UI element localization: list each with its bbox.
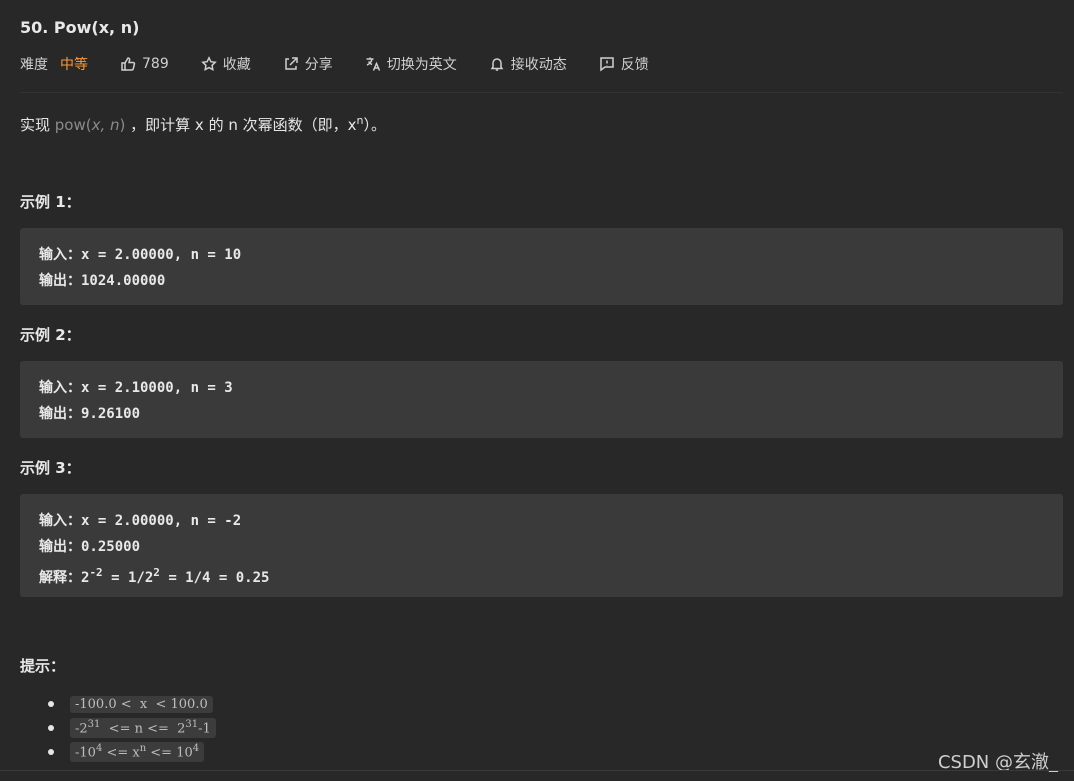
hints-title: 提示： xyxy=(20,657,66,675)
input-label: 输入： xyxy=(39,513,81,529)
hint-n-range: -231 <= n <= 231-1 xyxy=(70,718,216,738)
feedback-button[interactable]: 反馈 xyxy=(599,54,649,74)
explain-fraction-exponent: 2 xyxy=(153,566,160,579)
hint-item: -104 <= xn <= 104 xyxy=(48,740,216,764)
input-label: 输入： xyxy=(39,247,81,263)
subscribe-button[interactable]: 接收动态 xyxy=(489,54,567,74)
description-middle: ，即计算 x 的 n 次幂函数（即，x xyxy=(125,116,357,134)
example-3-input: 输入：x = 2.00000, n = -2 xyxy=(39,508,1044,534)
hint-item: -231 <= n <= 231-1 xyxy=(48,716,216,740)
explain-result: = 1/4 = 0.25 xyxy=(159,570,270,586)
inline-code-pow: pow(x, n) xyxy=(55,116,126,134)
thumbs-up-icon xyxy=(121,57,136,71)
example-2-box: 输入：x = 2.10000, n = 3 输出：9.26100 xyxy=(20,361,1063,438)
output-label: 输出： xyxy=(39,273,81,289)
hint-part: -10 xyxy=(75,745,96,761)
problem-page: 50. Pow(x, n) 难度 中等 789 收藏 分享 切换为英文 接收动态… xyxy=(0,0,1074,781)
example-1-output: 输出：1024.00000 xyxy=(39,268,1044,294)
favorite-button[interactable]: 收藏 xyxy=(200,54,251,74)
share-icon xyxy=(284,57,298,70)
code-func: pow( xyxy=(54,116,92,134)
header-divider xyxy=(20,92,1063,93)
problem-meta-bar: 难度 中等 789 收藏 分享 切换为英文 接收动态 反馈 xyxy=(20,54,681,74)
bell-icon xyxy=(490,58,504,71)
subscribe-label: 接收动态 xyxy=(510,57,567,73)
bottom-divider xyxy=(0,770,1074,771)
share-button[interactable]: 分享 xyxy=(283,54,333,74)
output-label: 输出： xyxy=(39,539,81,555)
input-value: x = 2.10000, n = 3 xyxy=(81,380,233,396)
output-value: 0.25000 xyxy=(81,539,141,555)
output-value: 1024.00000 xyxy=(81,273,166,289)
input-label: 输入： xyxy=(39,380,81,396)
star-icon xyxy=(200,56,217,71)
example-3-title: 示例 3： xyxy=(20,459,81,477)
output-label: 输出： xyxy=(39,406,81,422)
hint-part: -2 xyxy=(75,721,88,737)
description-prefix: 实现 xyxy=(20,116,55,134)
input-value: x = 2.00000, n = -2 xyxy=(81,513,242,529)
feedback-icon xyxy=(599,57,614,72)
example-1-input: 输入：x = 2.00000, n = 10 xyxy=(39,242,1044,268)
like-button[interactable]: 789 xyxy=(120,56,169,72)
hint-x-range: -100.0 < x < 100.0 xyxy=(70,695,213,713)
description-suffix: ）。 xyxy=(363,116,386,134)
hints-list: -100.0 < x < 100.0 -231 <= n <= 231-1 -1… xyxy=(48,692,216,764)
switch-language-button[interactable]: 切换为英文 xyxy=(365,54,457,74)
explain-label: 解释： xyxy=(39,570,81,586)
hint-sup: 4 xyxy=(192,743,200,755)
hint-part: <= x xyxy=(102,745,140,761)
example-2-input: 输入：x = 2.10000, n = 3 xyxy=(39,375,1044,401)
code-args: x, n xyxy=(91,116,120,134)
hint-result-range: -104 <= xn <= 104 xyxy=(70,742,205,762)
example-2-title: 示例 2： xyxy=(20,326,81,344)
difficulty-label: 难度 xyxy=(20,57,48,73)
hint-part: <= 10 xyxy=(146,745,193,761)
problem-description: 实现 pow(x, n) ，即计算 x 的 n 次幂函数（即，xn）。 xyxy=(20,114,386,135)
example-2-output: 输出：9.26100 xyxy=(39,401,1044,427)
example-3-explanation: 解释：2-2 = 1/22 = 1/4 = 0.25 xyxy=(39,560,1044,586)
translate-icon xyxy=(366,57,380,71)
favorite-label: 收藏 xyxy=(222,57,251,73)
explain-exponent: -2 xyxy=(89,566,103,579)
input-value: x = 2.00000, n = 10 xyxy=(81,247,242,263)
example-1-title: 示例 1： xyxy=(20,193,81,211)
hint-sup: 31 xyxy=(185,719,199,731)
problem-title: 50. Pow(x, n) xyxy=(20,18,140,37)
difficulty-badge: 中等 xyxy=(60,57,88,73)
output-value: 9.26100 xyxy=(81,406,141,422)
hint-sup: 31 xyxy=(87,719,101,731)
hint-item: -100.0 < x < 100.0 xyxy=(48,692,216,716)
share-label: 分享 xyxy=(304,57,333,73)
hint-part: -1 xyxy=(198,721,211,737)
example-3-box: 输入：x = 2.00000, n = -2 输出：0.25000 解释： 2 -2… xyxy=(20,494,1063,597)
switch-language-label: 切换为英文 xyxy=(386,57,457,73)
explain-fraction: = 1/2 xyxy=(102,570,154,586)
example-1-box: 输入：x = 2.00000, n = 10 输出：1024.00000 xyxy=(20,228,1063,305)
like-count: 789 xyxy=(142,56,169,72)
feedback-label: 反馈 xyxy=(620,57,649,73)
hint-part: <= n <= 2 xyxy=(100,721,186,737)
example-3-output: 输出：0.25000 xyxy=(39,534,1044,560)
